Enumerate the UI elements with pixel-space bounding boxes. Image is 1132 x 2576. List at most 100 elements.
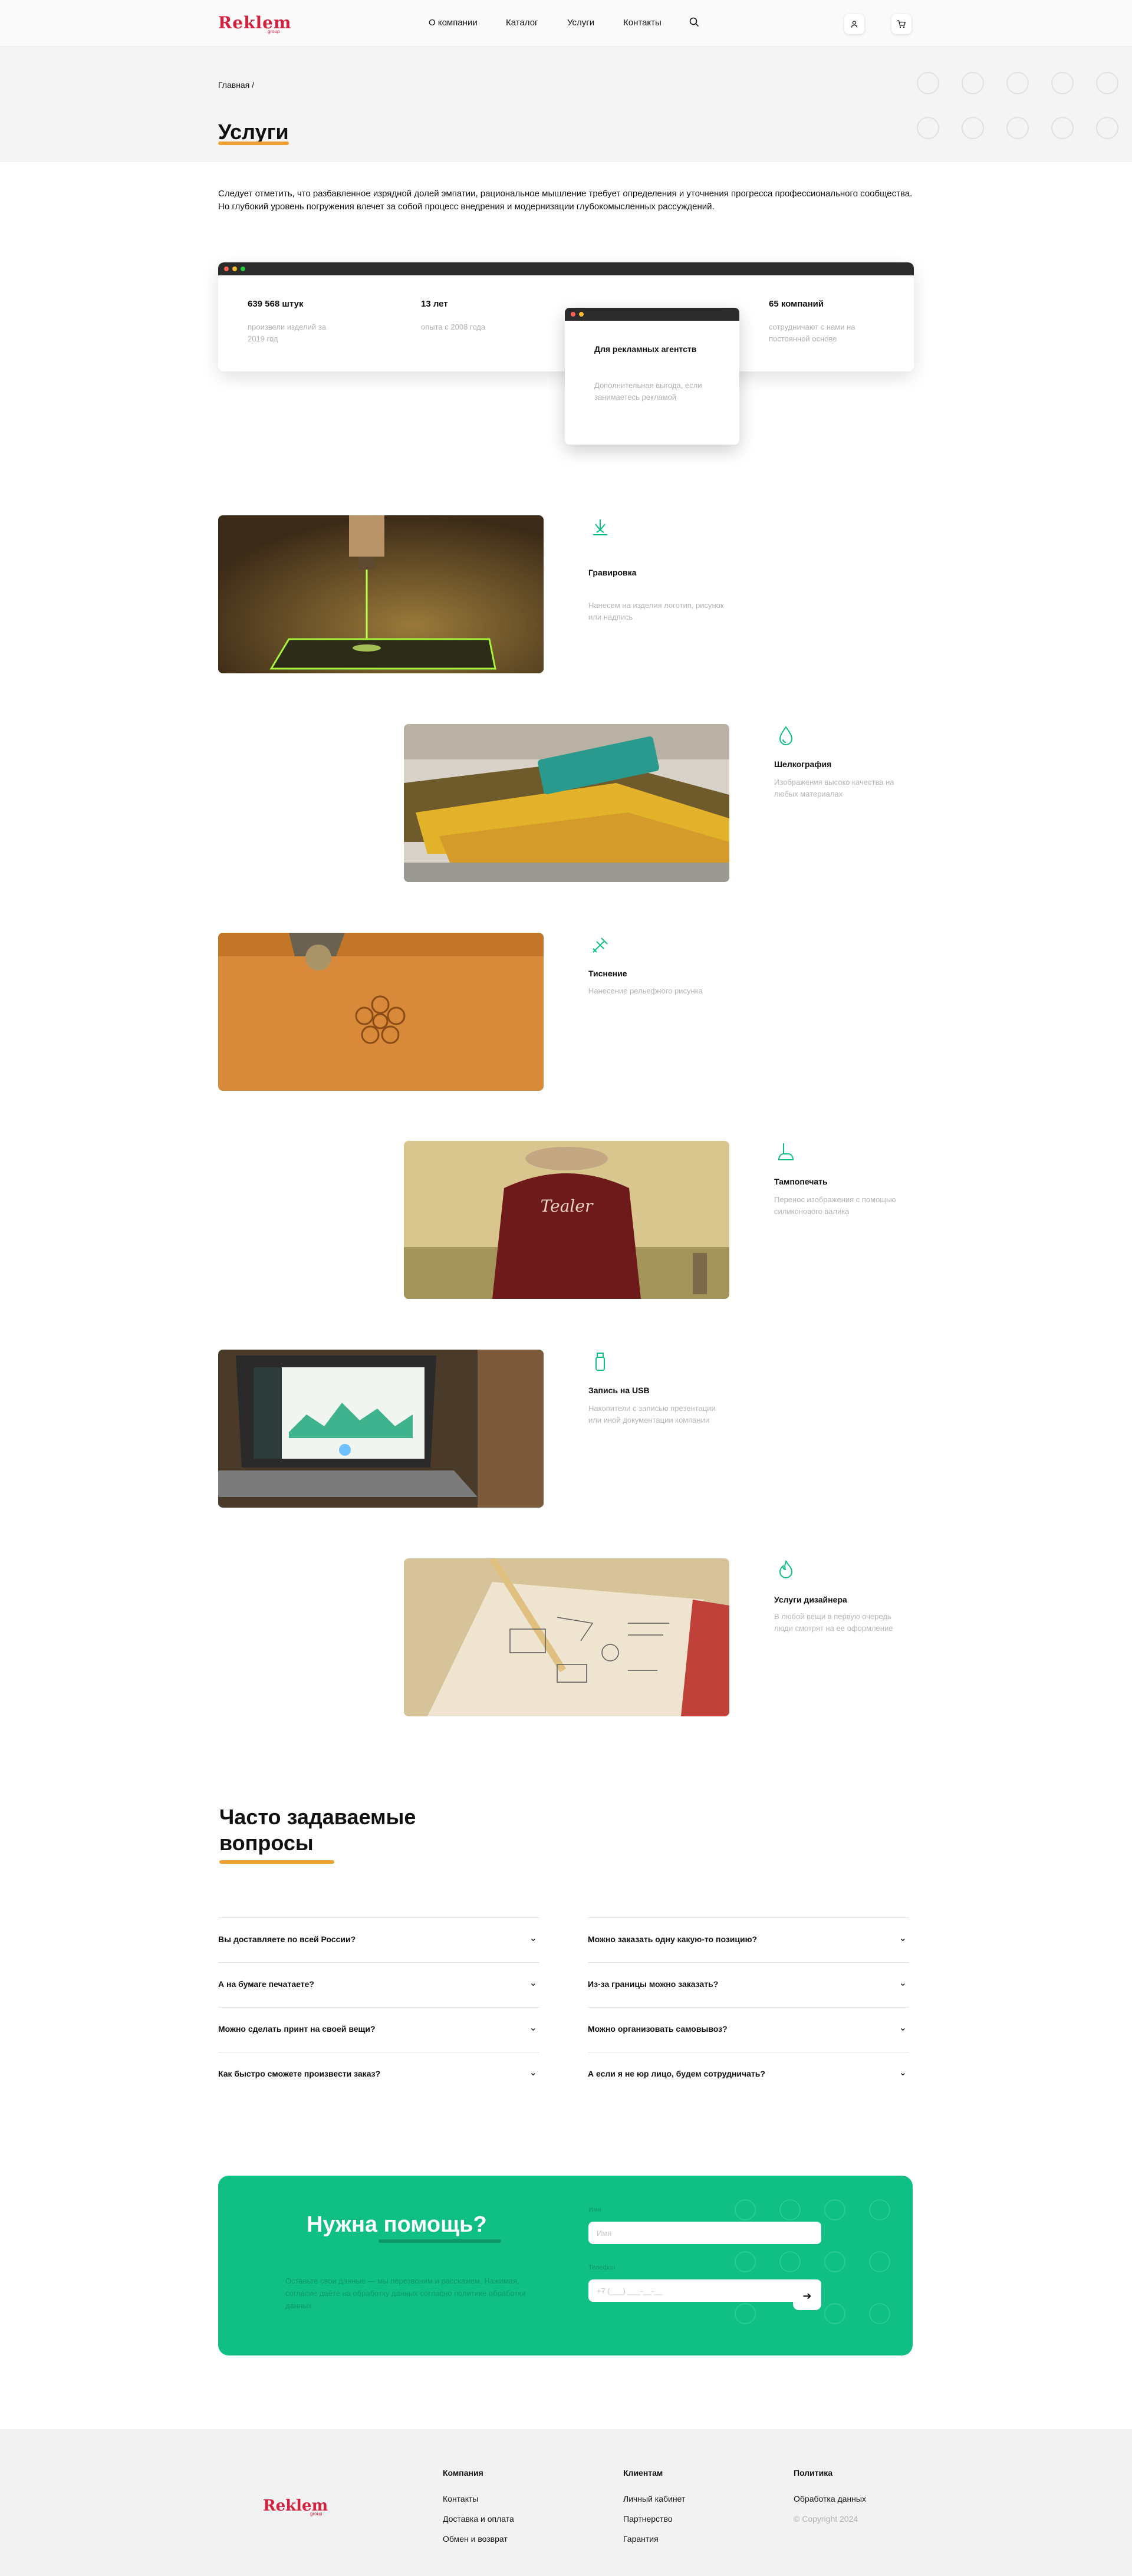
faq-underline: [219, 1860, 334, 1864]
nav-about[interactable]: О компании: [429, 18, 478, 28]
phone-icon: [735, 2251, 756, 2272]
chevron-down-icon[interactable]: ⌄: [529, 1932, 537, 1944]
stat-value: 65 компаний: [769, 299, 824, 309]
faq-question: А если я не юр лицо, будем сотрудничать?: [588, 2069, 765, 2078]
svg-text:Tealer: Tealer: [541, 1196, 594, 1216]
stamp-tools-icon: [588, 933, 612, 957]
window-dot-red: [571, 312, 575, 317]
lock-icon: [779, 2199, 801, 2220]
help-title: Нужна помощь?: [307, 2212, 487, 2237]
phone-label: Телефон: [588, 2264, 616, 2271]
faq-item[interactable]: А если я не юр лицо, будем сотрудничать?…: [588, 2052, 909, 2097]
title-underline: [218, 142, 289, 145]
faq-question: Можно организовать самовывоз?: [588, 2024, 728, 2034]
service-title: Услуги дизайнера: [774, 1595, 847, 1604]
name-input[interactable]: [588, 2222, 821, 2244]
window-dot-yellow: [232, 267, 237, 271]
faq-item[interactable]: Можно организовать самовывоз? ⌄: [588, 2007, 909, 2052]
faq-question: Можно заказать одну какую-то позицию?: [588, 1935, 758, 1944]
gift-icon: [869, 2199, 890, 2220]
stat-value: 639 568 штук: [248, 299, 304, 309]
window-dot-yellow: [579, 312, 584, 317]
lock-icon: [824, 2303, 845, 2324]
chevron-down-icon[interactable]: ⌄: [899, 2067, 907, 2078]
chevron-down-icon[interactable]: ⌄: [899, 1932, 907, 1944]
chevron-down-icon[interactable]: ⌄: [529, 2022, 537, 2034]
message-icon: [1051, 72, 1074, 94]
phone-input[interactable]: [588, 2279, 821, 2302]
footer-link[interactable]: Контакты: [443, 2494, 478, 2503]
chat-icon: [962, 72, 984, 94]
chevron-down-icon[interactable]: ⌄: [899, 2022, 907, 2034]
footer-link[interactable]: Обмен и возврат: [443, 2534, 508, 2544]
stat-label: опыта с 2008 года: [421, 323, 486, 331]
footer-link[interactable]: Обработка данных: [794, 2494, 866, 2503]
popup-title: Для рекламных агентств: [594, 344, 697, 354]
faq-question: А на бумаге печатаете?: [218, 1979, 314, 1989]
breadcrumb[interactable]: Главная /: [218, 80, 254, 90]
help-section: Нужна помощь? Оставьте свои данные — мы …: [218, 2176, 913, 2355]
footer-logo[interactable]: Reklem group: [263, 2497, 328, 2516]
service-title: Шелкография: [774, 759, 832, 769]
footer-link[interactable]: Партнерство: [623, 2514, 673, 2524]
service-title: Запись на USB: [588, 1386, 650, 1395]
stat-value: 13 лет: [421, 299, 448, 309]
faq-item[interactable]: Вы доставляете по всей России? ⌄: [218, 1917, 539, 1962]
nav-contacts[interactable]: Контакты: [623, 18, 662, 28]
embossing-image: [218, 933, 544, 1091]
service-desc: В любой вещи в первую очередь люди смотр…: [774, 1612, 893, 1633]
faq-question: Вы доставляете по всей России?: [218, 1935, 356, 1944]
user-button[interactable]: [844, 14, 864, 34]
service-desc: Изображения высоко качества на любых мат…: [774, 778, 894, 798]
faq-item[interactable]: Можно заказать одну какую-то позицию? ⌄: [588, 1917, 909, 1962]
usb-icon: [588, 1350, 612, 1374]
engraving-image: [218, 515, 544, 673]
page-hero: Главная / Услуги: [0, 47, 1132, 162]
service-desc: Перенос изображения с помощью силиконово…: [774, 1195, 896, 1216]
chevron-down-icon[interactable]: ⌄: [529, 1977, 537, 1989]
cart-button[interactable]: [891, 14, 911, 34]
question-icon: [735, 2199, 756, 2220]
faq-item[interactable]: Из-за границы можно заказать? ⌄: [588, 1962, 909, 2007]
diamond-icon: [869, 2251, 890, 2272]
phone-icon: [917, 117, 939, 139]
footer-link[interactable]: Доставка и оплата: [443, 2514, 514, 2524]
faq-question: Как быстро сможете произвести заказ?: [218, 2069, 381, 2078]
footer-link[interactable]: Личный кабинет: [623, 2494, 685, 2503]
copyright: © Copyright 2024: [794, 2514, 858, 2524]
faq-question: Можно сделать принт на своей вещи?: [218, 2024, 376, 2034]
location-icon: [735, 2303, 756, 2324]
faq-question: Из-за границы можно заказать?: [588, 1979, 719, 1989]
help-underline: [379, 2239, 501, 2243]
chevron-down-icon[interactable]: ⌄: [529, 2067, 537, 2078]
nav-catalog[interactable]: Каталог: [506, 18, 538, 28]
nav-services[interactable]: Услуги: [567, 18, 594, 28]
service-title: Гравировка: [588, 568, 637, 577]
faq-item[interactable]: А на бумаге печатаете? ⌄: [218, 1962, 539, 2007]
tampo-image: Tealer: [404, 1141, 729, 1299]
cart-icon: [897, 20, 906, 28]
faq-item[interactable]: Как быстро сможете произвести заказ? ⌄: [218, 2052, 539, 2097]
footer-link[interactable]: Гарантия: [623, 2534, 659, 2544]
site-header: Reklem group О компании Каталог Услуги К…: [0, 0, 1132, 47]
usb-image: [218, 1350, 544, 1508]
search-icon[interactable]: [689, 17, 700, 28]
flame-icon: [774, 1558, 798, 1582]
intro-text: Следует отметить, что разбавленное изряд…: [218, 189, 913, 212]
logo[interactable]: Reklem group: [218, 13, 292, 34]
footer-heading-policy: Политика: [794, 2468, 833, 2478]
footer-heading-company: Компания: [443, 2468, 483, 2478]
service-desc: Нанесем на изделия логотип, рисунок или …: [588, 601, 724, 621]
message-icon: [869, 2303, 890, 2324]
service-title: Тиснение: [588, 969, 627, 978]
faq-item[interactable]: Можно сделать принт на своей вещи? ⌄: [218, 2007, 539, 2052]
agencies-popup[interactable]: Для рекламных агентств Дополнительная вы…: [565, 308, 739, 445]
footer-heading-clients: Клиентам: [623, 2468, 663, 2478]
user-icon: [851, 21, 858, 28]
site-footer: Reklem group Компания Контакты Доставка …: [0, 2429, 1132, 2576]
popup-text: Дополнительная выгода, если занимаетесь …: [594, 381, 702, 402]
logo-text: Reklem: [218, 13, 292, 32]
chevron-down-icon[interactable]: ⌄: [899, 1977, 907, 1989]
send-button[interactable]: ➔: [793, 2282, 821, 2310]
info-icon: [962, 117, 984, 139]
